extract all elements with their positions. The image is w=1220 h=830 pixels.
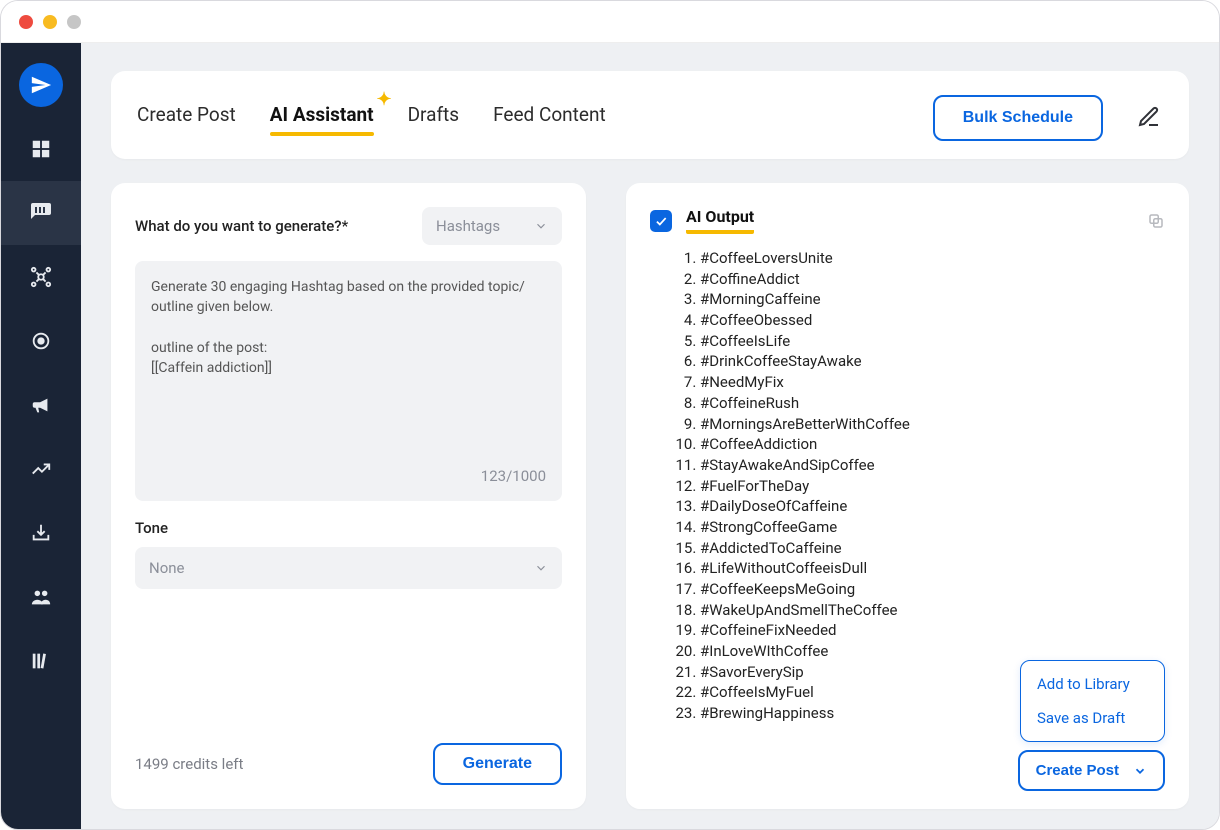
tab-create-post[interactable]: Create Post — [137, 103, 236, 134]
hashtag-item: #MorningCaffeine — [700, 289, 1165, 310]
hashtag-item: #CoffeeObessed — [700, 310, 1165, 331]
chart-line-icon — [30, 458, 52, 480]
output-panel: AI Output #CoffeeLoversUnite#CoffineAddi… — [626, 183, 1189, 809]
sidebar-item-inbox[interactable] — [1, 501, 81, 565]
body-area: Create Post AI Assistant ✦ Drafts Feed C… — [1, 43, 1219, 829]
tab-ai-assistant[interactable]: AI Assistant ✦ — [270, 103, 374, 134]
prompt-panel: What do you want to generate?* Hashtags … — [111, 183, 586, 809]
target-icon — [30, 330, 52, 352]
network-icon — [30, 266, 52, 288]
create-post-label: Create Post — [1036, 762, 1119, 779]
grid-icon — [30, 138, 52, 160]
main-content: Create Post AI Assistant ✦ Drafts Feed C… — [81, 43, 1219, 829]
sidebar-item-announce[interactable] — [1, 373, 81, 437]
panels: What do you want to generate?* Hashtags … — [111, 183, 1189, 809]
window-minimize-dot[interactable] — [43, 15, 57, 29]
window-close-dot[interactable] — [19, 15, 33, 29]
copy-icon[interactable] — [1147, 212, 1165, 230]
content-type-select[interactable]: Hashtags — [422, 207, 562, 245]
titlebar — [1, 1, 1219, 43]
paper-plane-icon — [19, 63, 63, 107]
hashtag-item: #FuelForTheDay — [700, 476, 1165, 497]
tab-bar-card: Create Post AI Assistant ✦ Drafts Feed C… — [111, 71, 1189, 159]
select-output-checkbox[interactable] — [650, 210, 672, 232]
hashtag-item: #DrinkCoffeeStayAwake — [700, 351, 1165, 372]
hashtag-item: #InLoveWIthCoffee — [700, 641, 1165, 662]
download-tray-icon — [30, 522, 52, 544]
hashtag-item: #CoffineAddict — [700, 269, 1165, 290]
chevron-down-icon — [534, 561, 548, 575]
sidebar-item-dashboard[interactable] — [1, 117, 81, 181]
create-post-menu: Add to Library Save as Draft — [1020, 660, 1165, 742]
hashtag-item: #CoffeeKeepsMeGoing — [700, 579, 1165, 600]
hashtag-item: #StrongCoffeeGame — [700, 517, 1165, 538]
sidebar-item-network[interactable] — [1, 245, 81, 309]
hashtag-item: #MorningsAreBetterWithCoffee — [700, 414, 1165, 435]
menu-add-to-library[interactable]: Add to Library — [1021, 667, 1164, 701]
library-icon — [30, 650, 52, 672]
menu-save-as-draft[interactable]: Save as Draft — [1021, 701, 1164, 735]
hashtag-item: #AddictedToCaffeine — [700, 538, 1165, 559]
hashtag-item: #CoffeineFixNeeded — [700, 620, 1165, 641]
hashtag-item: #DailyDoseOfCaffeine — [700, 496, 1165, 517]
chevron-down-icon — [534, 219, 548, 233]
tab-drafts[interactable]: Drafts — [408, 103, 460, 134]
tone-value: None — [149, 559, 185, 577]
chevron-down-icon — [1133, 764, 1147, 778]
users-icon — [29, 586, 53, 608]
hashtag-item: #CoffeeIsLife — [700, 331, 1165, 352]
generate-question-label: What do you want to generate?* — [135, 217, 348, 235]
sidebar-item-analytics[interactable] — [1, 437, 81, 501]
tone-select[interactable]: None — [135, 547, 562, 589]
char-count: 123/1000 — [481, 467, 546, 485]
sidebar-item-team[interactable] — [1, 565, 81, 629]
sidebar-item-target[interactable] — [1, 309, 81, 373]
hashtag-item: #CoffeineRush — [700, 393, 1165, 414]
chat-icon — [29, 201, 53, 225]
sidebar-item-compose[interactable] — [1, 181, 81, 245]
prompt-text-content: Generate 30 engaging Hashtag based on th… — [151, 277, 546, 461]
hashtag-item: #CoffeeLoversUnite — [700, 248, 1165, 269]
generate-button[interactable]: Generate — [433, 743, 562, 785]
hashtag-list: #CoffeeLoversUnite#CoffineAddict#Morning… — [650, 248, 1165, 724]
tone-label: Tone — [135, 519, 562, 537]
hashtag-item: #CoffeeAddiction — [700, 434, 1165, 455]
sidebar-item-library[interactable] — [1, 629, 81, 693]
sidebar-logo[interactable] — [1, 53, 81, 117]
prompt-textarea[interactable]: Generate 30 engaging Hashtag based on th… — [135, 261, 562, 501]
hashtag-item: #WakeUpAndSmellTheCoffee — [700, 600, 1165, 621]
credits-left: 1499 credits left — [135, 755, 243, 773]
sidebar — [1, 43, 81, 829]
ai-output-title: AI Output — [686, 207, 754, 234]
bulk-schedule-button[interactable]: Bulk Schedule — [933, 95, 1103, 141]
create-post-button[interactable]: Create Post — [1018, 750, 1165, 791]
hashtag-item: #LifeWithoutCoffeeisDull — [700, 558, 1165, 579]
tab-feed-content[interactable]: Feed Content — [493, 103, 606, 134]
megaphone-icon — [30, 394, 52, 416]
window-maximize-dot[interactable] — [67, 15, 81, 29]
hashtag-item: #StayAwakeAndSipCoffee — [700, 455, 1165, 476]
app-window: Create Post AI Assistant ✦ Drafts Feed C… — [0, 0, 1220, 830]
tab-ai-assistant-label: AI Assistant — [270, 103, 374, 126]
hashtag-item: #NeedMyFix — [700, 372, 1165, 393]
sparkle-icon: ✦ — [376, 89, 391, 110]
new-post-icon[interactable] — [1137, 105, 1163, 131]
content-type-value: Hashtags — [436, 217, 500, 235]
